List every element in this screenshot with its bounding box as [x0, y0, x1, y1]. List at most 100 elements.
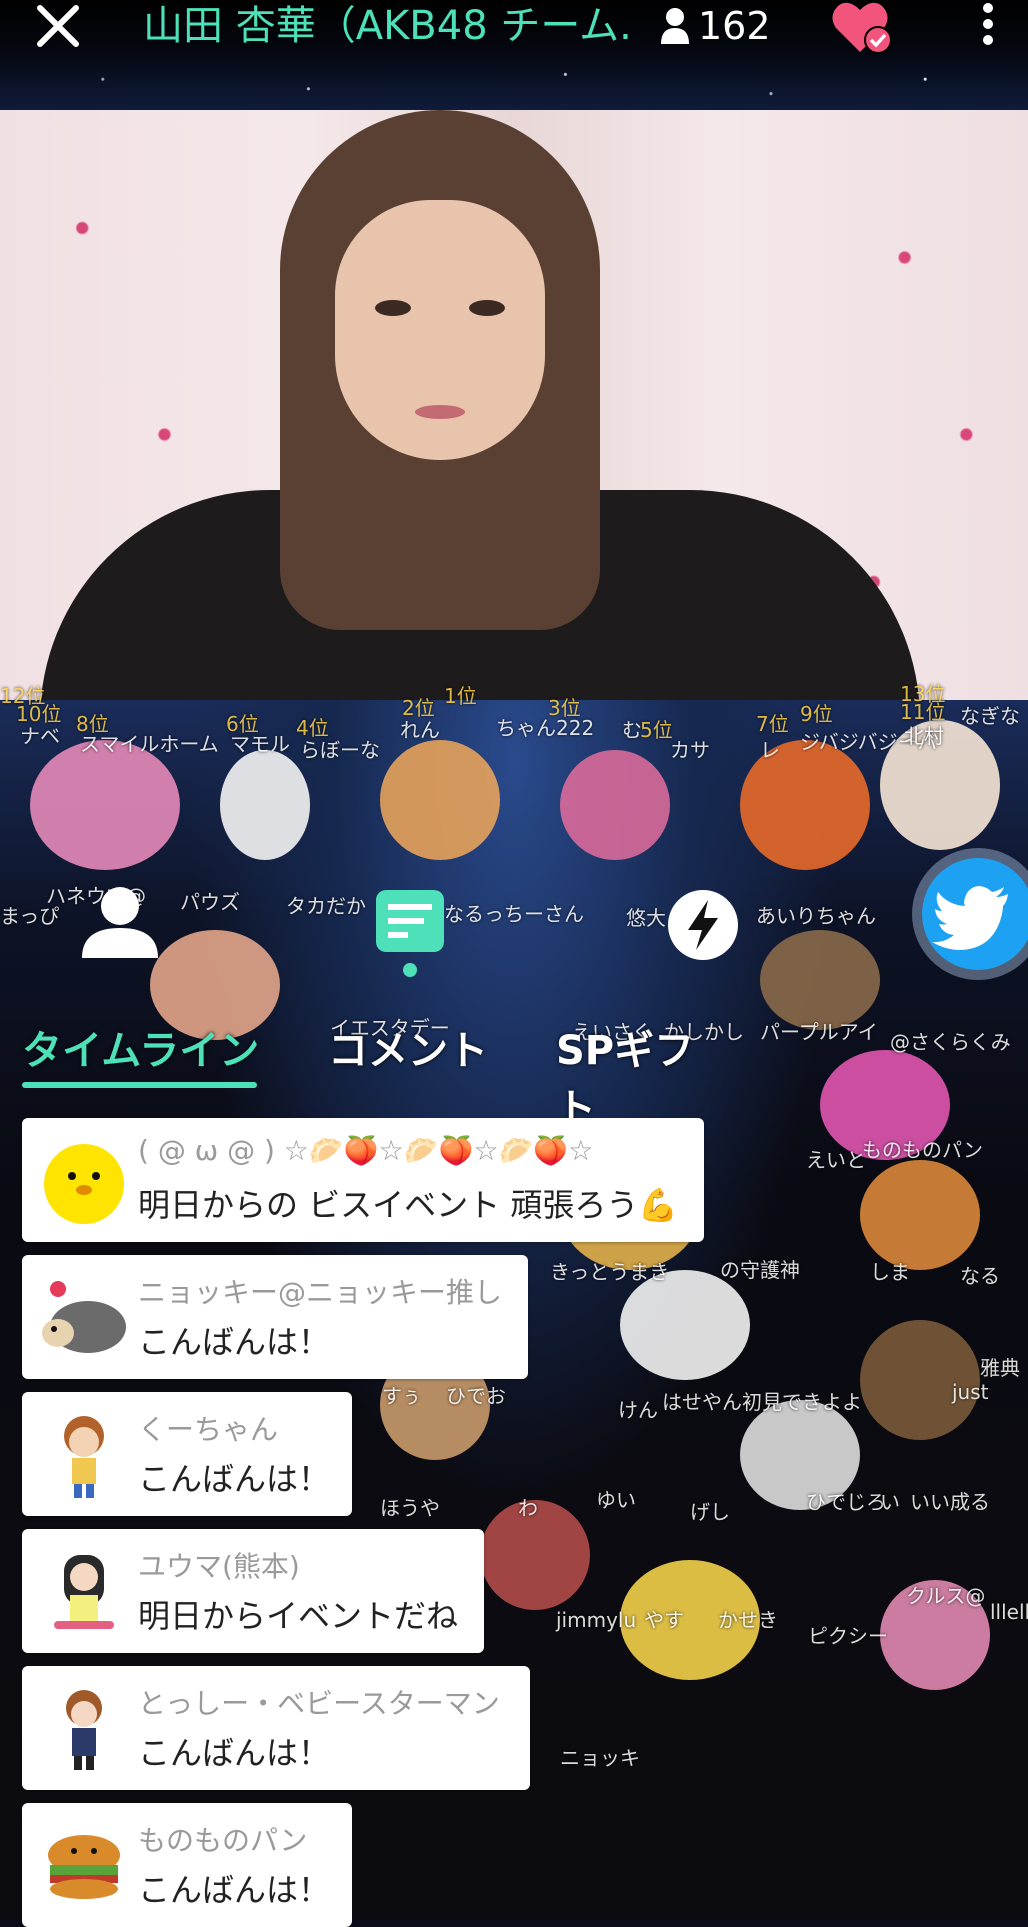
comment-item[interactable]: ( @ ω @ ) ☆🥟🍑☆🥟🍑☆🥟🍑☆ 明日からの ビスイベント 頑張ろう💪: [22, 1118, 704, 1242]
stage-name-label: @さくらくみ: [890, 1030, 1011, 1054]
stage-name-label: クルス@: [906, 1584, 986, 1608]
gift-button[interactable]: [666, 888, 740, 962]
comment-item[interactable]: ユウマ(熊本) 明日からイベントだね: [22, 1529, 484, 1653]
share-twitter-button[interactable]: [922, 858, 1028, 970]
avatar: [34, 1404, 134, 1504]
stage-name-label: just: [952, 1380, 989, 1404]
stage-name-label: ほうや: [380, 1496, 440, 1520]
stage-name-label: なるっちーさん: [444, 902, 584, 926]
stage-name-label: ナベ: [20, 724, 60, 748]
avatar: [34, 1541, 134, 1641]
viewer-count-value: 162: [698, 4, 771, 48]
live-video[interactable]: [0, 110, 1028, 720]
heart-check-icon: [832, 2, 892, 54]
stage-name-label: れん: [400, 718, 440, 742]
avatar: [34, 1815, 134, 1915]
comment-text: こんばんは！: [138, 1460, 331, 1498]
streamer-face: [335, 200, 545, 460]
stage-name-label: レ: [760, 738, 780, 762]
person-icon: [82, 887, 158, 958]
stage-name-label: の守護神: [720, 1258, 800, 1282]
stage-name-label: いい成る: [910, 1490, 990, 1514]
stage-name-label: わ: [518, 1496, 538, 1520]
stage-name-label: しま: [870, 1260, 910, 1284]
more-options-button[interactable]: [970, 0, 1006, 52]
lightning-icon: [668, 890, 738, 960]
comment-text: こんばんは！: [138, 1734, 331, 1772]
stage-name-label: ニョッキ: [560, 1746, 640, 1770]
stage-name-label: あいりちゃん: [756, 904, 876, 928]
comment-username: くーちゃん: [138, 1413, 279, 1446]
avatar: [34, 1130, 134, 1230]
stage-name-label: ちゃん222: [496, 716, 595, 740]
stage-name-label: 北村: [904, 724, 944, 748]
stage-name-label: パウズ: [180, 890, 240, 914]
stage-name-label: げし: [690, 1500, 730, 1524]
stage-name-label: スマイルホーム: [80, 732, 219, 756]
avatar: [34, 1678, 134, 1778]
active-tab-indicator: [22, 1082, 257, 1088]
comment-item[interactable]: ものものパン こんばんは！: [22, 1803, 352, 1927]
tab-sp-gift[interactable]: SPギフト: [556, 1018, 722, 1134]
stage-name-label: lllell: [990, 1600, 1028, 1624]
stage-name-label: なぎな: [960, 704, 1020, 728]
comment-icon: [376, 890, 444, 977]
stage-name-label: ピクシー: [808, 1624, 888, 1648]
follow-button[interactable]: [830, 0, 894, 58]
stage-name-label: すぅ: [382, 1384, 422, 1408]
stage-name-label: はせやん初見できよよ: [662, 1390, 862, 1414]
stream-title: 山田 杏華（AKB48 チーム...: [143, 3, 633, 49]
comment-text: 明日からイベントだね: [138, 1597, 459, 1635]
tab-timeline[interactable]: タイムライン: [22, 1018, 259, 1076]
comment-text: こんばんは！: [138, 1323, 331, 1361]
stage-name-label: む: [622, 718, 642, 742]
comment-item[interactable]: ニョッキー@ニョッキー推し こんばんは！: [22, 1255, 528, 1379]
comment-text: 明日からの ビスイベント 頑張ろう💪: [138, 1186, 679, 1224]
comment-item[interactable]: くーちゃん こんばんは！: [22, 1392, 352, 1516]
stage-name-label: きっとうまき: [550, 1260, 670, 1284]
tab-bar: タイムライン コメント SPギフト: [22, 1018, 722, 1132]
avatar-sticker: [860, 1160, 980, 1270]
rank-badge: 13位: [900, 682, 946, 706]
stage-name-label: ひでじろ: [806, 1490, 886, 1514]
comment-username: ものものパン: [138, 1824, 308, 1857]
rank-badge: 5位: [640, 718, 673, 742]
rank-badge: 7位: [756, 712, 789, 736]
stage-name-label: マモル: [230, 732, 290, 756]
stage-name-label: パープルアイ: [760, 1020, 878, 1044]
stage-name-label: かせき: [718, 1608, 778, 1632]
avatar: [34, 1267, 134, 1367]
close-icon: [37, 5, 79, 47]
comment-text: こんばんは！: [138, 1871, 331, 1909]
stage-name-label: 雅典: [980, 1356, 1020, 1380]
stage-name-label: ひでお: [446, 1384, 506, 1408]
profile-button[interactable]: [80, 884, 160, 960]
stage-name-label: い: [880, 1490, 900, 1514]
avatar-sticker: [620, 1270, 750, 1380]
avatar-sticker: [760, 930, 880, 1030]
stage-name-label: やす: [644, 1608, 684, 1632]
comment-username: ニョッキー@ニョッキー推し: [138, 1276, 503, 1309]
close-button[interactable]: [32, 0, 84, 52]
avatar-sticker: [560, 750, 670, 860]
stage-name-label: カサ: [670, 738, 710, 762]
more-vertical-icon: [983, 3, 993, 45]
avatar-sticker: [30, 740, 180, 870]
twitter-icon: [932, 886, 1008, 950]
top-bar: 山田 杏華（AKB48 チーム... 162: [0, 0, 1028, 110]
stage-name-label: 悠大: [626, 906, 666, 930]
stage-name-label: ものものパン: [862, 1138, 983, 1162]
comment-button[interactable]: [374, 888, 446, 980]
stage-name-label: なる: [960, 1264, 1000, 1288]
comment-username: ( @ ω @ ) ☆🥟🍑☆🥟🍑☆🥟🍑☆: [138, 1134, 594, 1167]
comment-item[interactable]: とっしー・ベビースターマン こんばんは！: [22, 1666, 530, 1790]
avatar-sticker: [380, 740, 500, 860]
tab-comments[interactable]: コメント: [328, 1018, 488, 1076]
stage-name-label: ゆい: [596, 1488, 636, 1512]
stage-name-label: けん: [618, 1398, 658, 1422]
comment-username: とっしー・ベビースターマン: [138, 1687, 500, 1720]
stage-name-label: らぼーな: [300, 738, 380, 762]
viewer-count: 162: [660, 2, 771, 50]
stage-name-label: タカだか: [286, 894, 366, 918]
rank-badge: 9位: [800, 702, 833, 726]
